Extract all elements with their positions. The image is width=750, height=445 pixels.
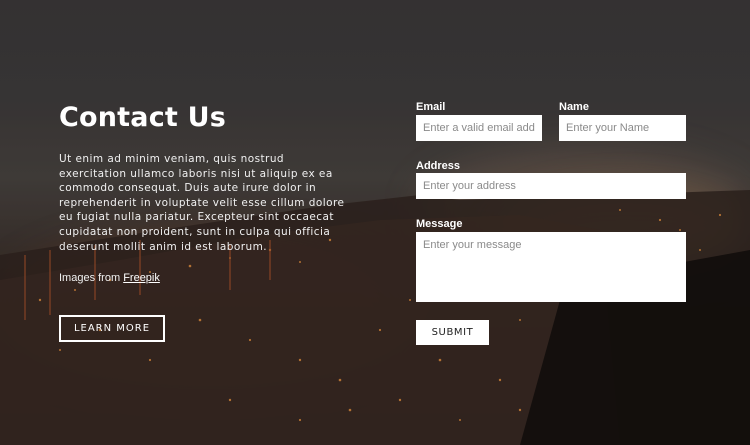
contact-intro: Contact Us Ut enim ad minim veniam, quis… bbox=[59, 100, 349, 284]
name-label: Name bbox=[559, 101, 589, 113]
name-field[interactable] bbox=[559, 115, 686, 141]
address-field[interactable] bbox=[416, 173, 686, 199]
credit-prefix: Images from bbox=[59, 272, 124, 285]
submit-button[interactable]: SUBMIT bbox=[416, 320, 489, 345]
intro-description: Ut enim ad minim veniam, quis nostrud ex… bbox=[59, 153, 345, 253]
page-title: Contact Us bbox=[59, 102, 227, 133]
email-label: Email bbox=[416, 101, 446, 113]
message-label: Message bbox=[416, 218, 463, 230]
message-field[interactable] bbox=[416, 232, 686, 302]
freepik-link[interactable]: Freepik bbox=[123, 272, 160, 284]
address-label: Address bbox=[416, 160, 461, 172]
learn-more-button[interactable]: LEARN MORE bbox=[59, 315, 165, 342]
email-field[interactable] bbox=[416, 115, 542, 141]
image-credit: Images from Freepik bbox=[59, 272, 349, 284]
